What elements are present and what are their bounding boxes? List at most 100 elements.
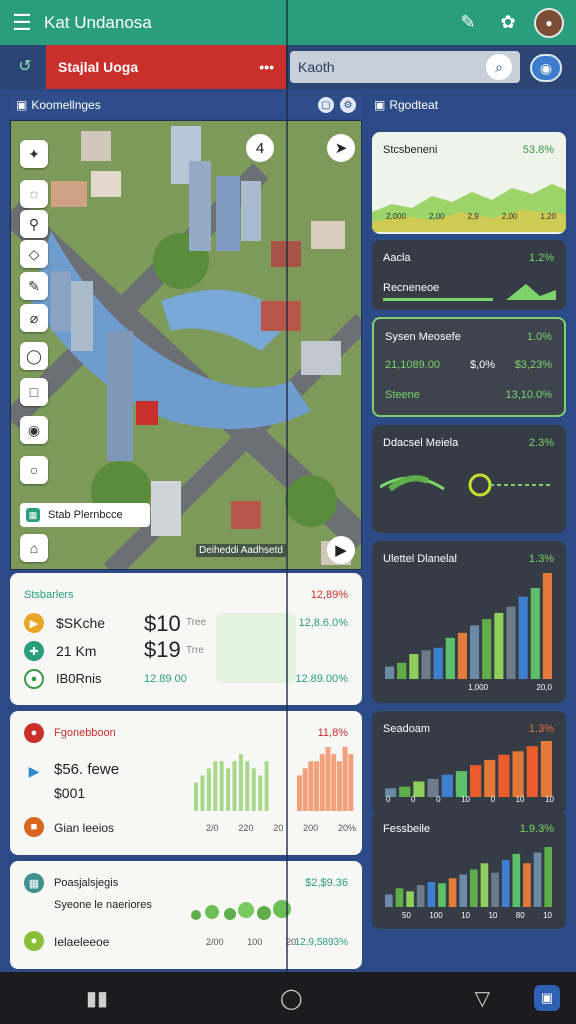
circle-icon[interactable]: ○ <box>20 456 48 484</box>
performance-card[interactable]: ● Fgonebboon 11,8% ▶ $56. fewe $001 ■ Gi… <box>10 711 362 855</box>
map-badge[interactable]: 4 <box>246 134 274 162</box>
row-label: Gian leeios <box>54 821 115 835</box>
row-small: Trre <box>186 645 204 656</box>
chart-bar <box>245 761 250 811</box>
search-value: Kaoth <box>298 59 335 75</box>
summary-card[interactable]: ▦ Poasjalsjegis $2,$9.36 Syeone le naeri… <box>10 861 362 969</box>
area-chart <box>372 184 566 232</box>
app-bar: ☰ Kat Undanosa ✎ ✿ ● <box>0 0 576 45</box>
right-card-title: Seadoam <box>383 723 431 735</box>
navigate-icon[interactable]: ▶ <box>327 536 355 564</box>
compass-icon[interactable]: ✦ <box>20 140 48 168</box>
chart-bar <box>494 612 504 679</box>
location-icon[interactable]: ◉ <box>530 54 562 82</box>
home-icon[interactable]: ◯ <box>280 986 302 1011</box>
chart-bar <box>427 882 436 907</box>
map-legend-chip[interactable]: ▦ Stab Plernbcce <box>20 503 150 527</box>
layer-icon[interactable]: ◉ <box>20 416 48 444</box>
row-label: $SKche <box>56 615 106 631</box>
system-nav-bar: ▮▮ ◯ ▽ <box>0 972 576 1024</box>
pin-icon[interactable]: ⚲ <box>20 210 48 238</box>
chart-bar <box>219 761 224 811</box>
card-top-value: $2,$9.36 <box>305 877 348 889</box>
split-divider[interactable] <box>286 0 288 1024</box>
row-label: IB0Rnis <box>56 671 102 686</box>
back-icon[interactable]: ▽ <box>475 986 490 1011</box>
right-card-title: Stcsbeneni <box>383 144 438 156</box>
row-small: Tree <box>186 617 207 628</box>
axis-tick: 0 <box>436 795 441 804</box>
right-card-4[interactable]: Ddacsel Meiela 2.3% <box>372 425 566 533</box>
edit-icon[interactable]: ✎ <box>448 3 488 43</box>
chart-bar <box>348 754 354 811</box>
right-card-value: 53.8% <box>522 144 554 156</box>
copy-icon[interactable]: ▢ <box>318 97 334 113</box>
chart-bar <box>385 666 395 679</box>
axis-tick: 200 <box>303 823 319 833</box>
metric-a: 21,1089.00 <box>385 359 441 371</box>
right-card-6[interactable]: Seadoam 1.3% 0 0 0 10 0 10 10 <box>372 711 566 815</box>
axis-tick: 10 <box>543 911 552 920</box>
erase-icon[interactable]: ⌀ <box>20 304 48 332</box>
right-card-1[interactable]: Stcsbeneni 53.8% 2,000 2,00 2,9 2,00 1,2… <box>372 132 566 234</box>
card-top-value: 12,89% <box>310 589 348 601</box>
axis-tick: 0 <box>386 795 391 804</box>
right-card-5[interactable]: Ulettel Dlanelal 1.3% 1,000 20,0 <box>372 541 566 703</box>
chart-bar <box>470 765 482 797</box>
card-value: 12,9,5893% <box>294 937 348 948</box>
assistant-icon[interactable]: ▣ <box>534 985 560 1011</box>
chart-bar <box>533 852 542 907</box>
share-icon[interactable]: ⚙ <box>340 97 356 113</box>
axis-tick: 2/00 <box>206 937 224 947</box>
chart-bar <box>206 768 211 811</box>
right-card-title: Ddacsel Meiela <box>383 437 459 449</box>
stats-card[interactable]: Stsbarlers 12,89% ▶ $SKche $10 Tree 12,8… <box>10 573 362 705</box>
draw-icon[interactable]: ✎ <box>20 272 48 300</box>
menu-icon[interactable]: ☰ <box>0 10 44 36</box>
chart-bar <box>480 863 489 907</box>
axis-tick: 2,000 <box>386 212 407 221</box>
chart-bar <box>297 775 302 811</box>
chart-bar <box>395 888 404 907</box>
bookmark-icon[interactable]: ⌂ <box>20 534 48 562</box>
chart-bar <box>484 759 496 797</box>
axis-tick: 2/0 <box>206 823 219 833</box>
bubble-icon[interactable]: ◯ <box>20 342 48 370</box>
active-tab[interactable]: Stajlal Uoga ••• <box>46 45 286 89</box>
area-axis: 2,000 2,00 2,9 2,00 1,20 <box>386 212 556 221</box>
right-card-2[interactable]: Aacla 1.2% Recneneoe <box>372 240 566 310</box>
map-caption: Deiheddi Aadhsetd <box>196 544 286 557</box>
app-title: Kat Undanosa <box>44 12 152 32</box>
chart-bar <box>491 872 499 907</box>
recents-icon[interactable]: ▮▮ <box>86 986 108 1011</box>
axis-tick: 0 <box>411 795 416 804</box>
shape-icon[interactable]: ◇ <box>20 240 48 268</box>
direction-icon[interactable]: ➤ <box>327 134 355 162</box>
sub-bar: ↺ Stajlal Uoga ••• Kaoth ⌕ ◉ <box>0 45 576 89</box>
card-title: Stsbarlers <box>24 589 74 601</box>
bar-chart <box>385 741 552 797</box>
right-card-7[interactable]: Fessbeile 1.9.3% 50 100 10 10 80 10 <box>372 811 566 929</box>
settings-icon[interactable]: ✿ <box>488 3 528 43</box>
chart-bar <box>445 637 455 679</box>
right-card-3[interactable]: Sysen Meosefe 1.0% 21,1089.00 $,0% $3,23… <box>372 317 566 417</box>
avatar[interactable]: ● <box>534 7 564 38</box>
chart-bar <box>397 662 407 679</box>
plus-icon: ✚ <box>24 641 44 661</box>
right-card-value: 1.0% <box>526 331 552 343</box>
more-icon[interactable]: ••• <box>259 59 274 75</box>
lasso-icon[interactable]: ◌ <box>20 180 48 208</box>
row-big-value: $10 <box>144 611 181 636</box>
chart-bar <box>506 606 516 679</box>
bar-chart <box>385 573 552 679</box>
row-mid-value: 12.89 00 <box>144 673 187 685</box>
chart-bar <box>540 741 552 797</box>
axis-tick: 10 <box>515 795 525 804</box>
chart-bar <box>512 853 521 907</box>
right-card-title: Sysen Meosefe <box>385 331 461 343</box>
search-icon[interactable]: ⌕ <box>486 54 512 80</box>
search-input[interactable]: Kaoth ⌕ <box>290 51 520 83</box>
chart-bar <box>232 761 237 811</box>
square-icon[interactable]: □ <box>20 378 48 406</box>
refresh-icon[interactable]: ↺ <box>12 55 38 79</box>
